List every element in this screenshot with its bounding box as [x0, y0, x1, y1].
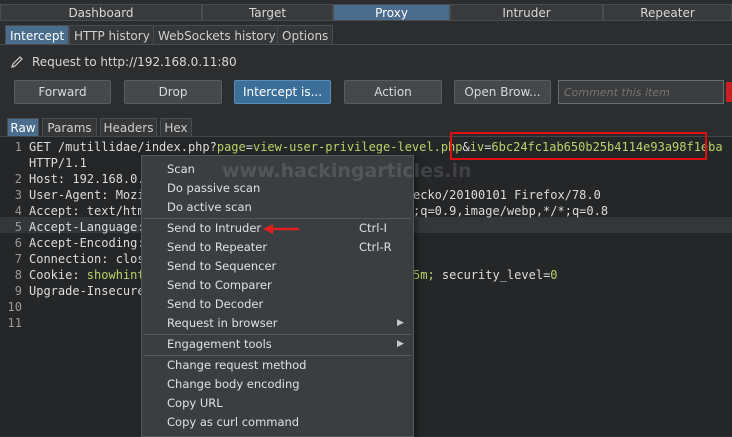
header-cookie: Cookie: showhint: [29, 268, 145, 282]
menu-item-engagement-tools[interactable]: Engagement tools ▶: [142, 335, 413, 354]
sub-tab-divider: [0, 44, 732, 45]
request-info: Request to http://192.168.0.11:80: [32, 55, 237, 69]
comment-input[interactable]: [558, 80, 724, 104]
tab-intercept[interactable]: Intercept: [5, 25, 70, 45]
submenu-arrow-icon: ▶: [397, 318, 404, 328]
cookie-value: 0: [550, 268, 558, 282]
pencil-icon: [10, 55, 24, 69]
header-accept-tail: ;q=0.9,image/webp,*/*;q=0.8: [413, 204, 609, 218]
line-number: 7: [14, 252, 22, 266]
tab-options[interactable]: Options: [277, 25, 334, 45]
menu-shortcut: Ctrl-I: [359, 221, 388, 235]
menu-item-label: Change body encoding: [167, 377, 300, 391]
header-host: Host: 192.168.0.: [29, 172, 145, 186]
menu-item-label: Request in browser: [167, 316, 278, 330]
param-name: page: [216, 140, 246, 154]
menu-item-label: Send to Decoder: [167, 297, 264, 311]
cookie-name: showhint: [86, 268, 145, 282]
line-number: 4: [14, 204, 22, 218]
menu-item-request-in-browser[interactable]: Request in browser ▶: [142, 314, 413, 333]
menu-item-change-request-method[interactable]: Change request method: [142, 356, 413, 375]
header-user-agent-tail: ecko/20100101 Firefox/78.0: [413, 188, 601, 202]
menu-item-label: Send to Sequencer: [167, 259, 277, 273]
header-cookie-tail: 5m; security_level=0: [413, 268, 558, 282]
code-text: GET /mutillidae/index.php?: [29, 140, 217, 154]
menu-item-label: Send to Intruder: [167, 221, 262, 235]
code-text: =: [245, 140, 253, 154]
highlight-box: [450, 132, 707, 160]
header-connection: Connection: clos: [29, 252, 145, 266]
tab-headers[interactable]: Headers: [100, 118, 157, 136]
header-accept: Accept: text/htm: [29, 204, 145, 218]
tab-websockets-history[interactable]: WebSockets history: [153, 25, 281, 45]
menu-item-send-to-decoder[interactable]: Send to Decoder: [142, 295, 413, 314]
cookie-value: 5m;: [413, 268, 442, 282]
header-upgrade-insecure: Upgrade-Insecure: [29, 284, 145, 298]
header-accept-language: Accept-Language:: [29, 220, 145, 234]
menu-item-send-to-comparer[interactable]: Send to Comparer: [142, 276, 413, 295]
menu-item-copy-url[interactable]: Copy URL: [142, 394, 413, 413]
forward-button[interactable]: Forward: [14, 80, 111, 104]
red-arrow-icon: [262, 223, 300, 235]
menu-item-label: Copy URL: [167, 396, 223, 410]
context-menu[interactable]: Scan Do passive scan Do active scan Send…: [141, 155, 414, 437]
tab-target[interactable]: Target: [202, 4, 333, 21]
watermark: www.hackingarticles.in: [222, 160, 472, 182]
tab-params[interactable]: Params: [42, 118, 97, 136]
menu-item-label: Send to Comparer: [167, 278, 272, 292]
menu-item-label: Scan: [167, 162, 195, 176]
menu-item-send-to-repeater[interactable]: Send to Repeater Ctrl-R: [142, 238, 413, 257]
menu-item-label: Do active scan: [167, 200, 252, 214]
line-number: 9: [14, 284, 22, 298]
param-value: view-user-privilege-level.php: [252, 140, 463, 154]
header-user-agent: User-Agent: Mozi: [29, 188, 145, 202]
tab-hex[interactable]: Hex: [160, 118, 192, 136]
line-number: 2: [14, 172, 22, 186]
tab-http-history[interactable]: HTTP history: [69, 25, 155, 45]
menu-item-change-body-encoding[interactable]: Change body encoding: [142, 375, 413, 394]
submenu-arrow-icon: ▶: [397, 339, 404, 349]
line-number: 8: [14, 268, 22, 282]
menu-shortcut: Ctrl-R: [359, 240, 392, 254]
menu-item-do-active-scan[interactable]: Do active scan: [142, 198, 413, 217]
drop-button[interactable]: Drop: [124, 80, 222, 104]
header-accept-encoding: Accept-Encoding:: [29, 236, 145, 250]
tab-raw[interactable]: Raw: [7, 118, 39, 136]
menu-item-label: Copy as curl command: [167, 415, 300, 429]
cookie-name: security_level: [441, 268, 544, 282]
line-number: 6: [14, 236, 22, 250]
line-number: 10: [7, 300, 22, 314]
line-number: 11: [7, 316, 22, 330]
menu-item-label: Engagement tools: [167, 337, 272, 351]
tab-dashboard[interactable]: Dashboard: [0, 4, 202, 21]
action-button[interactable]: Action: [344, 80, 442, 104]
menu-item-label: Send to Repeater: [167, 240, 268, 254]
code-text: Cookie:: [29, 268, 87, 282]
tab-intruder[interactable]: Intruder: [450, 4, 603, 21]
line-number: 3: [14, 188, 22, 202]
request-line-cont: HTTP/1.1: [29, 156, 87, 170]
tab-repeater[interactable]: Repeater: [603, 4, 732, 21]
open-browser-button[interactable]: Open Brow...: [454, 80, 551, 104]
highlight-color-indicator[interactable]: [726, 82, 732, 102]
menu-item-send-to-sequencer[interactable]: Send to Sequencer: [142, 257, 413, 276]
tab-proxy[interactable]: Proxy: [333, 4, 450, 21]
line-number: 1: [14, 140, 22, 154]
menu-item-copy-as-curl[interactable]: Copy as curl command: [142, 413, 413, 432]
intercept-toggle-button[interactable]: Intercept is...: [234, 80, 331, 104]
menu-item-label: Change request method: [167, 358, 307, 372]
line-number: 5: [14, 220, 22, 234]
